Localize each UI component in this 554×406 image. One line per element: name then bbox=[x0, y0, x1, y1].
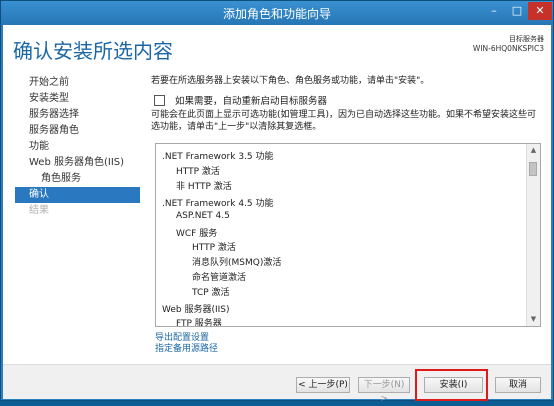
list-item: WCF 服务 bbox=[176, 229, 218, 239]
list-scrollbar[interactable]: ▲ ▼ bbox=[526, 144, 540, 326]
scroll-thumb[interactable] bbox=[529, 162, 537, 176]
links-area: 导出配置设置 指定备用源路径 bbox=[155, 333, 218, 355]
list-item: 非 HTTP 激活 bbox=[176, 182, 232, 192]
button-bar: < 上一步(P) 下一步(N) > 安装(I) 取消 bbox=[3, 364, 551, 404]
maximize-button[interactable]: □ bbox=[506, 2, 528, 20]
restart-label[interactable]: 如果需要，自动重新启动目标服务器 bbox=[175, 93, 327, 107]
install-highlight-box bbox=[415, 369, 488, 401]
nav-item-confirmation[interactable]: 确认 bbox=[15, 187, 140, 203]
list-item: TCP 激活 bbox=[192, 288, 230, 298]
scroll-down-icon[interactable]: ▼ bbox=[529, 315, 538, 324]
list-item: .NET Framework 4.5 功能 bbox=[162, 199, 274, 209]
nav-item-results: 结果 bbox=[29, 205, 49, 216]
title-bar: 添加角色和功能向导 – □ ✕ bbox=[1, 1, 553, 25]
nav-item-features[interactable]: 功能 bbox=[15, 139, 140, 155]
previous-button[interactable]: < 上一步(P) bbox=[296, 377, 350, 393]
scroll-up-icon[interactable]: ▲ bbox=[529, 146, 538, 155]
export-config-link[interactable]: 导出配置设置 bbox=[155, 333, 218, 344]
nav-item-server-selection[interactable]: 服务器选择 bbox=[15, 107, 140, 123]
nav-item-installation-type[interactable]: 安装类型 bbox=[15, 91, 140, 107]
restart-checkbox[interactable] bbox=[154, 94, 165, 106]
selection-list[interactable]: .NET Framework 3.5 功能 HTTP 激活 非 HTTP 激活 … bbox=[155, 143, 541, 327]
page-title: 确认安装所选内容 bbox=[13, 39, 173, 63]
list-item: Web 服务器(IIS) bbox=[162, 305, 230, 315]
optional-features-note: 可能会在此页面上显示可选功能(如管理工具)，因为已自动选择这些功能。如果不希望安… bbox=[151, 110, 537, 132]
window-title: 添加角色和功能向导 bbox=[222, 7, 331, 21]
wizard-window: 添加角色和功能向导 – □ ✕ 确认安装所选内容 目标服务器 WIN-6HQ0N… bbox=[0, 0, 554, 404]
wizard-nav: 开始之前 安装类型 服务器选择 服务器角色 功能 Web 服务器角色(IIS) … bbox=[15, 75, 140, 219]
cancel-button[interactable]: 取消 bbox=[495, 377, 541, 393]
alternate-source-link[interactable]: 指定备用源路径 bbox=[155, 344, 218, 355]
intro-text: 若要在所选服务器上安装以下角色、角色服务或功能，请单击"安装"。 bbox=[151, 76, 430, 86]
list-item: FTP 服务器 bbox=[176, 319, 222, 327]
list-item: HTTP 激活 bbox=[192, 243, 236, 253]
next-button[interactable]: 下一步(N) > bbox=[358, 377, 410, 404]
destination-server-label: 目标服务器 bbox=[509, 35, 544, 43]
nav-item-web-server-role[interactable]: Web 服务器角色(IIS) bbox=[15, 155, 140, 171]
list-item: 消息队列(MSMQ)激活 bbox=[192, 258, 282, 268]
destination-server-name: WIN-6HQ0NKSPIC3 bbox=[472, 44, 544, 53]
nav-item-role-services[interactable]: 角色服务 bbox=[15, 171, 140, 187]
list-item: .NET Framework 3.5 功能 bbox=[162, 152, 274, 162]
restart-option[interactable]: 如果需要，自动重新启动目标服务器 bbox=[154, 93, 327, 107]
close-button[interactable]: ✕ bbox=[528, 2, 552, 20]
header: 确认安装所选内容 目标服务器 WIN-6HQ0NKSPIC3 bbox=[3, 25, 551, 69]
wizard-client: 确认安装所选内容 目标服务器 WIN-6HQ0NKSPIC3 开始之前 安装类型… bbox=[3, 25, 551, 404]
nav-item-server-roles[interactable]: 服务器角色 bbox=[15, 123, 140, 139]
nav-item-before-you-begin[interactable]: 开始之前 bbox=[15, 75, 140, 91]
list-item: 命名管道激活 bbox=[192, 273, 247, 283]
list-item: ASP.NET 4.5 bbox=[176, 211, 230, 221]
list-item: HTTP 激活 bbox=[176, 167, 220, 177]
minimize-button[interactable]: – bbox=[482, 2, 506, 20]
